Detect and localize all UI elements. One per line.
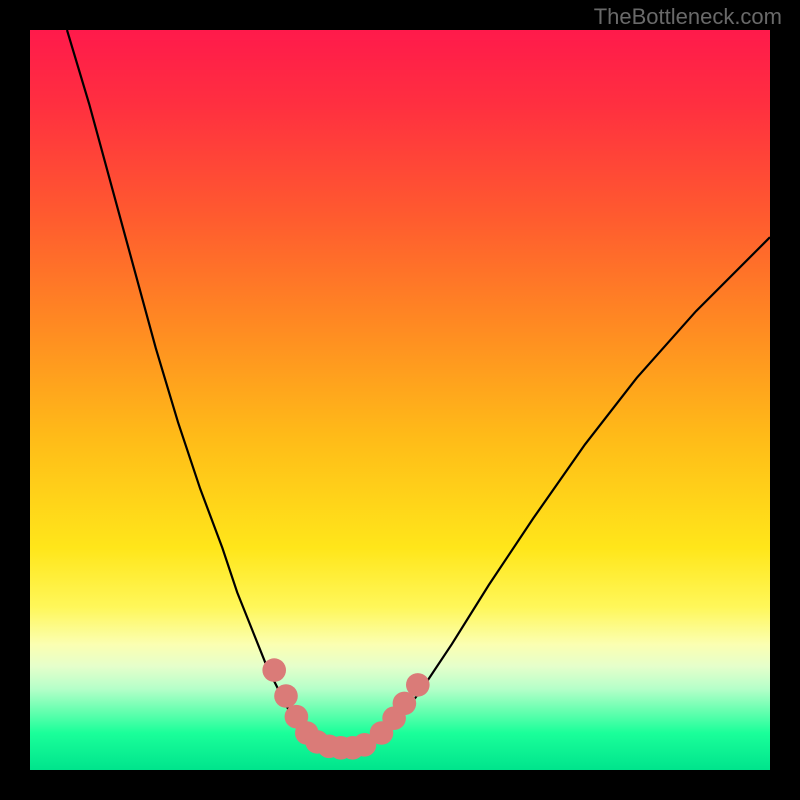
chart-svg xyxy=(30,30,770,770)
data-marker xyxy=(406,673,430,697)
watermark-text: TheBottleneck.com xyxy=(594,4,782,30)
data-marker xyxy=(274,684,298,708)
outer-frame: TheBottleneck.com xyxy=(0,0,800,800)
gradient-background xyxy=(30,30,770,770)
plot-area xyxy=(30,30,770,770)
data-marker xyxy=(262,658,286,682)
